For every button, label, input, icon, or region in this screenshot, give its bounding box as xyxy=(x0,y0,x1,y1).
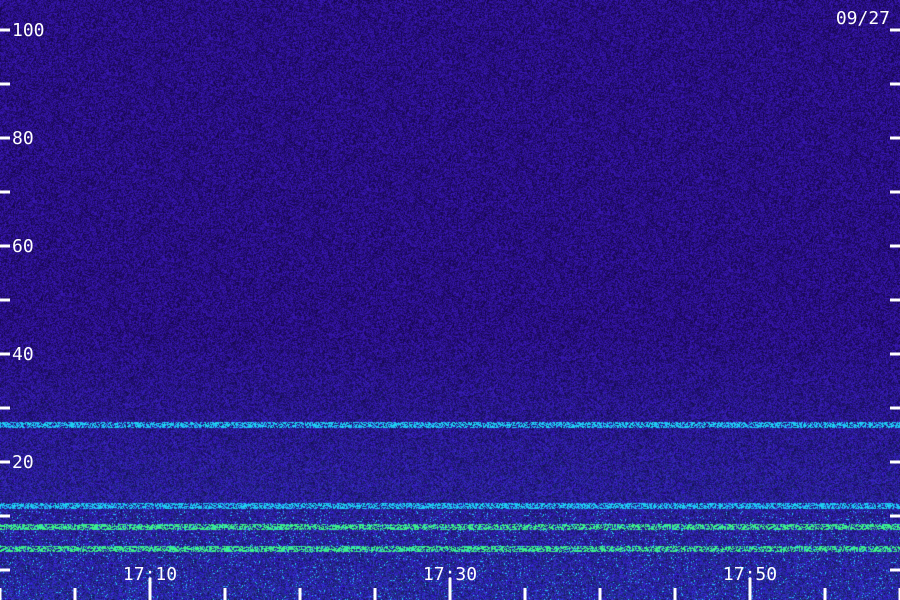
y-tick-label: 80 xyxy=(12,128,34,149)
axis-overlay: 100 80 60 40 20 17:10 17:30 17:50 09/27 xyxy=(0,8,900,600)
date-label: 09/27 xyxy=(836,8,890,29)
x-tick-label: 17:50 xyxy=(723,564,777,585)
x-axis: 17:10 17:30 17:50 xyxy=(0,564,900,600)
y-axis-right xyxy=(890,28,900,572)
y-tick-label: 100 xyxy=(12,20,45,41)
spectrogram-panel: 100 80 60 40 20 17:10 17:30 17:50 09/27 xyxy=(0,0,900,600)
y-tick-label: 20 xyxy=(12,452,34,473)
x-tick-label: 17:10 xyxy=(123,564,177,585)
y-tick-label: 40 xyxy=(12,344,34,365)
y-axis-left: 100 80 60 40 20 xyxy=(0,20,45,572)
x-tick-label: 17:30 xyxy=(423,564,477,585)
y-tick-label: 60 xyxy=(12,236,34,257)
